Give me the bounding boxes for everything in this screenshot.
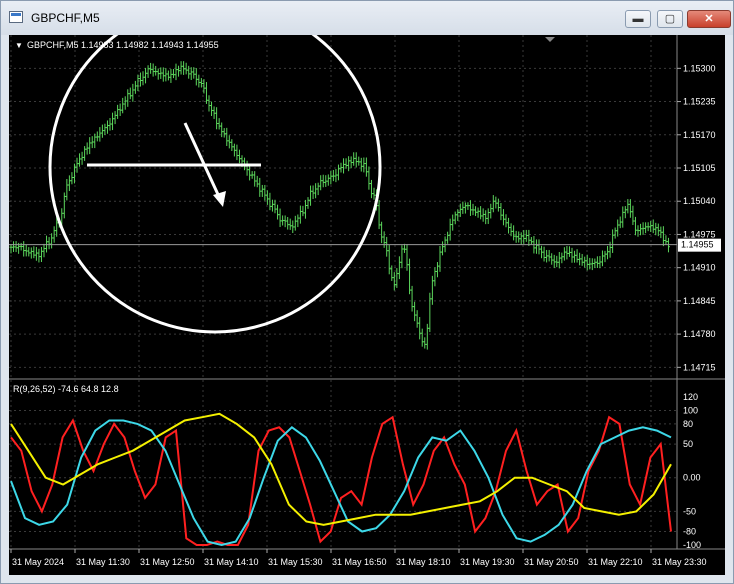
chart-background	[9, 35, 725, 575]
price-header: GBPCHF,M5 1.14983 1.14982 1.14943 1.1495…	[27, 40, 219, 50]
time-tick-label: 31 May 19:30	[460, 557, 515, 567]
price-tick-label: 1.15300	[683, 63, 716, 73]
chart-window-icon	[9, 11, 23, 23]
price-tick-label: 1.15170	[683, 130, 716, 140]
time-tick-label: 31 May 23:30	[652, 557, 707, 567]
indicator-tick-label: 0.00	[683, 473, 701, 483]
indicator-tick-label: 120	[683, 392, 698, 402]
time-tick-label: 31 May 18:10	[396, 557, 451, 567]
price-header-arrow[interactable]: ▼	[15, 41, 23, 50]
close-button[interactable]: ✕	[687, 10, 731, 28]
chart-window: GBPCHF,M5 ▬ ▢ ✕ ▼ GBPCHF,M5 1.14983 1.14…	[0, 0, 734, 584]
maximize-button[interactable]: ▢	[657, 10, 683, 28]
time-tick-label: 31 May 11:30	[76, 557, 130, 567]
title-bar[interactable]: GBPCHF,M5 ▬ ▢ ✕	[1, 1, 733, 35]
time-tick-label: 31 May 2024	[12, 557, 64, 567]
price-tick-label: 1.15235	[683, 97, 716, 107]
price-tick-label: 1.14780	[683, 329, 716, 339]
chart-svg[interactable]: ▼ GBPCHF,M5 1.14983 1.14982 1.14943 1.14…	[9, 0, 725, 575]
indicator-header: R(9,26,52) -74.6 64.8 12.8	[13, 384, 119, 394]
indicator-tick-label: -100	[683, 540, 701, 550]
time-tick-label: 31 May 14:10	[204, 557, 259, 567]
time-tick-label: 31 May 16:50	[332, 557, 387, 567]
time-tick-label: 31 May 12:50	[140, 557, 195, 567]
price-tick-label: 1.14910	[683, 263, 716, 273]
time-tick-label: 31 May 20:50	[524, 557, 579, 567]
price-tick-label: 1.14975	[683, 229, 716, 239]
price-tick-label: 1.14845	[683, 296, 716, 306]
chart-area[interactable]: ▼ GBPCHF,M5 1.14983 1.14982 1.14943 1.14…	[9, 0, 725, 575]
indicator-tick-label: 50	[683, 439, 693, 449]
price-tick-label: 1.14715	[683, 362, 716, 372]
indicator-tick-label: 80	[683, 419, 693, 429]
time-tick-label: 31 May 15:30	[268, 557, 323, 567]
price-tick-label: 1.15105	[683, 163, 716, 173]
current-price-label: 1.14955	[681, 240, 714, 250]
time-tick-label: 31 May 22:10	[588, 557, 643, 567]
indicator-tick-label: -80	[683, 527, 696, 537]
indicator-tick-label: -50	[683, 506, 696, 516]
indicator-tick-label: 100	[683, 405, 698, 415]
minimize-button[interactable]: ▬	[625, 10, 651, 28]
window-title: GBPCHF,M5	[31, 11, 100, 25]
price-tick-label: 1.15040	[683, 196, 716, 206]
